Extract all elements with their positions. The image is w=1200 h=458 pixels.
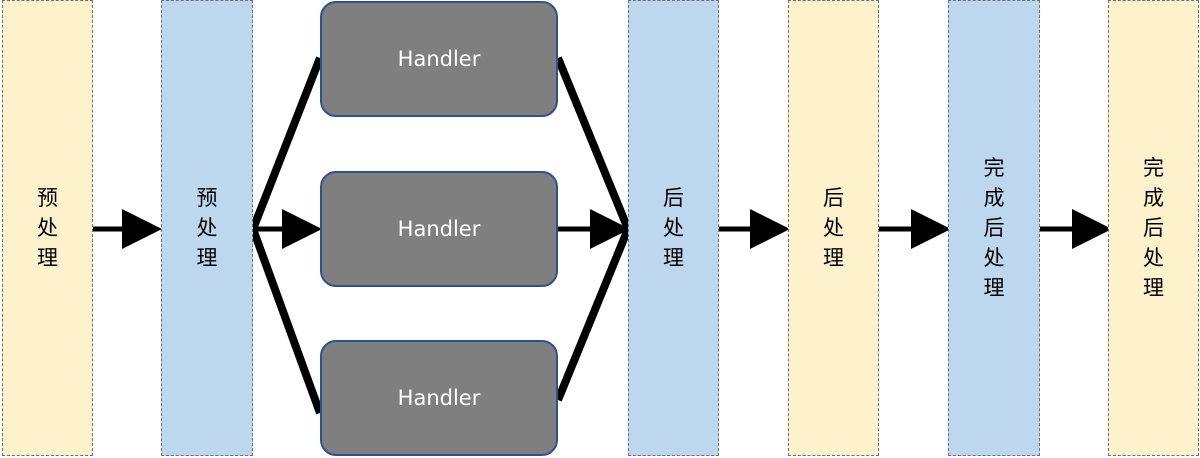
stage-after-completion-2: 完成后处理 [1108,0,1199,456]
fanout-to-handler-bottom [249,227,324,415]
stage-label: 后处理 [663,186,684,270]
handler-label: Handler [397,47,481,71]
stage-label: 预处理 [37,186,58,270]
stage-pre-processing-2: 预处理 [161,0,253,456]
handler-label: Handler [397,217,481,241]
stage-label: 预处理 [196,186,218,270]
stage-post-processing-1: 后处理 [628,0,719,456]
handler-top: Handler [320,1,558,117]
stage-pre-processing-1: 预处理 [2,0,93,456]
stage-post-processing-2: 后处理 [788,0,879,456]
fanout-to-handler-top [249,56,324,231]
stage-label: 完成后处理 [1143,156,1164,300]
handler-middle: Handler [320,171,558,287]
handler-label: Handler [397,386,481,410]
handler-bottom: Handler [320,340,558,456]
fanin-from-handler-bottom [554,227,632,402]
stage-after-completion-1: 完成后处理 [948,0,1040,456]
stage-label: 完成后处理 [983,156,1005,300]
fanin-from-handler-top [554,56,632,231]
stage-label: 后处理 [823,186,844,270]
